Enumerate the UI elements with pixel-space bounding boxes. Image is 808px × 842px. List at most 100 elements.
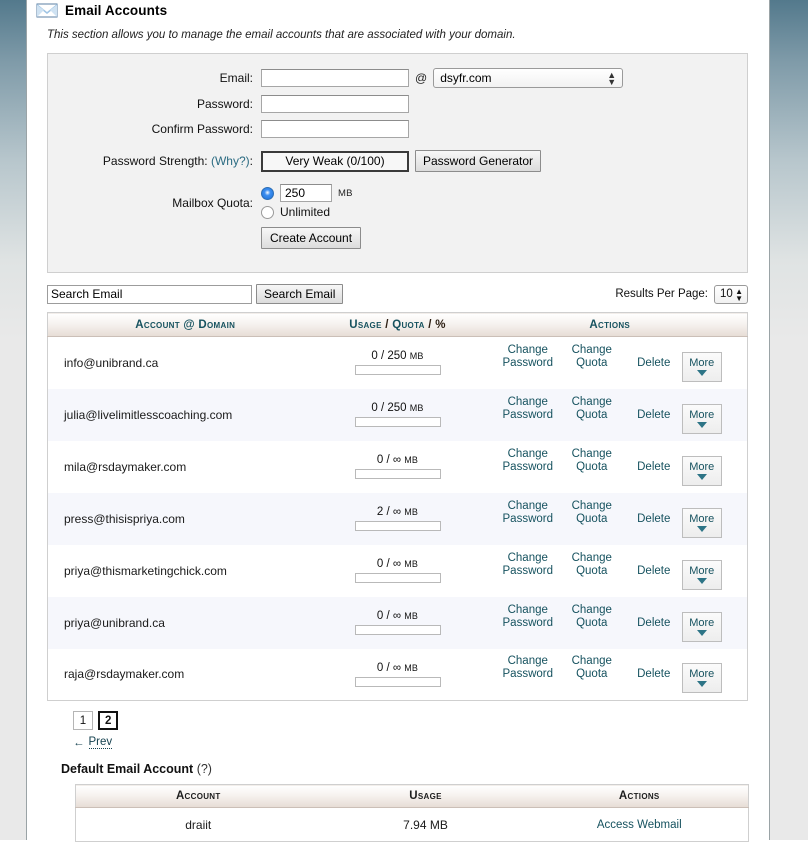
change-password-link[interactable]: Change Password [498, 655, 558, 681]
password-strength-row: Password Strength: (Why?): Very Weak (0/… [48, 150, 747, 172]
change-password-link[interactable]: Change Password [498, 604, 558, 630]
change-quota-link[interactable]: Change Quota [558, 344, 626, 370]
quota-unlimited-radio[interactable] [261, 205, 274, 219]
quota-unit-label: MB [338, 187, 353, 199]
strength-colon: : [249, 154, 253, 168]
triangle-down-icon [696, 577, 707, 584]
delete-link[interactable]: Delete [626, 409, 682, 422]
page-root: Email Accounts This section allows you t… [0, 0, 808, 842]
change-quota-link[interactable]: Change Quota [558, 500, 626, 526]
usage-cell: 0 / ∞ MB [323, 441, 473, 493]
quota-fixed-option[interactable]: MB [261, 184, 361, 202]
table-row: priya@thismarketingchick.com 0 / ∞ MB Chan… [47, 544, 748, 597]
pagination: 12 [73, 711, 769, 730]
results-per-page-value: 10 [720, 288, 733, 300]
quota-unlimited-label: Unlimited [280, 205, 331, 219]
delete-link[interactable]: Delete [626, 565, 682, 578]
at-symbol: @ [415, 71, 428, 85]
quota-unlimited-option[interactable]: Unlimited [261, 205, 361, 219]
more-button[interactable]: More [681, 611, 722, 642]
table-row: press@thisispriya.com 2 / ∞ MB Change Passw… [47, 492, 748, 545]
change-password-link[interactable]: Change Password [498, 396, 558, 422]
delete-link[interactable]: Delete [626, 617, 682, 630]
quota-options: MB Unlimited Create Account [261, 184, 362, 249]
mailbox-quota-label: Mailbox Quota: [172, 196, 253, 210]
actions-cell: Change PasswordChange Quota Delete More [473, 441, 748, 493]
change-quota-link[interactable]: Change Quota [558, 448, 626, 474]
account-email: julia@livelimitlesscoaching.com [64, 407, 233, 422]
actions-cell: Change PasswordChange Quota Delete More [473, 493, 748, 545]
search-input[interactable] [47, 284, 252, 304]
more-button-label: More [689, 616, 715, 629]
chevron-updown-icon: ▲ ▼ [607, 70, 617, 87]
confirm-password-input[interactable] [261, 120, 409, 138]
more-button[interactable]: More [681, 559, 722, 590]
default-account-action: Access Webmail [531, 808, 749, 842]
table-row: raja@rsdaymaker.com 0 / ∞ MB Change Passwor… [47, 648, 748, 701]
more-button[interactable]: More [681, 507, 722, 538]
password-label: Password: [196, 97, 253, 111]
col-usage-quota-pct[interactable]: Usage / Quota / % [322, 312, 473, 337]
create-account-button[interactable]: Create Account [261, 227, 362, 249]
col-default-usage: Usage [320, 784, 531, 808]
default-account-title: Default Email Account (?) [61, 762, 769, 776]
table-header-row: Account @ Domain Usage / Quota / % Actio… [47, 312, 748, 337]
change-quota-link[interactable]: Change Quota [558, 655, 626, 681]
more-button[interactable]: More [681, 455, 722, 486]
more-button[interactable]: More [681, 403, 722, 434]
more-button-label: More [689, 460, 715, 473]
default-account-name: draiit [185, 817, 212, 832]
quota-fixed-radio[interactable] [261, 186, 274, 200]
more-button[interactable]: More [681, 351, 722, 382]
access-webmail-link[interactable]: Access Webmail [597, 819, 682, 832]
confirm-password-row: Confirm Password: [48, 120, 747, 138]
usage-text: 0 / ∞ MB [376, 661, 419, 674]
change-quota-link[interactable]: Change Quota [558, 552, 626, 578]
usage-text: 0 / ∞ MB [376, 558, 419, 570]
table-row: julia@livelimitlesscoaching.com 0 / 250 M… [47, 388, 748, 441]
delete-link[interactable]: Delete [626, 461, 682, 474]
usage-text: 0 / 250 MB [371, 350, 424, 363]
table-row: info@unibrand.ca 0 / 250 MB Change Password… [47, 336, 748, 389]
help-icon[interactable]: (?) [197, 762, 212, 776]
account-email: priya@unibrand.ca [64, 615, 165, 630]
password-input[interactable] [261, 95, 409, 113]
page-description: This section allows you to manage the em… [47, 29, 516, 41]
password-row: Password: [48, 95, 747, 113]
delete-link[interactable]: Delete [626, 357, 682, 370]
domain-select[interactable]: dsyfr.com ▲ ▼ [433, 68, 624, 88]
delete-link[interactable]: Delete [626, 513, 682, 526]
quota-amount-input[interactable] [280, 184, 332, 202]
prev-page-link[interactable]: ← Prev [73, 736, 769, 749]
prev-page-label: Prev [88, 736, 113, 749]
main-content: Email Accounts This section allows you t… [27, 0, 769, 842]
email-accounts-table: Account @ Domain Usage / Quota / % Actio… [47, 312, 748, 701]
delete-link[interactable]: Delete [626, 668, 682, 681]
page-gutter-right [770, 0, 808, 840]
email-input[interactable] [261, 69, 409, 87]
change-password-link[interactable]: Change Password [498, 500, 558, 526]
change-password-link[interactable]: Change Password [498, 448, 558, 474]
change-password-link[interactable]: Change Password [498, 344, 558, 370]
change-quota-link[interactable]: Change Quota [558, 396, 626, 422]
password-generator-button[interactable]: Password Generator [415, 150, 542, 172]
arrow-left-icon: ← [73, 736, 85, 749]
actions-cell: Change PasswordChange Quota Delete More [473, 649, 748, 701]
actions-cell: Change PasswordChange Quota Delete More [473, 337, 748, 389]
triangle-down-icon [696, 421, 707, 428]
more-button[interactable]: More [681, 663, 722, 694]
triangle-down-icon [696, 473, 707, 480]
page-button-2[interactable]: 2 [98, 711, 119, 730]
default-table-header-row: Account Usage Actions [75, 784, 749, 808]
change-password-link[interactable]: Change Password [498, 552, 558, 578]
triangle-down-icon [696, 629, 707, 636]
col-account-domain[interactable]: Account @ Domain [47, 312, 323, 337]
why-link[interactable]: (Why?) [211, 154, 250, 168]
col-usage: Usage [349, 318, 382, 331]
search-button[interactable]: Search Email [256, 284, 344, 304]
results-per-page-select[interactable]: 10 ▲ ▼ [714, 284, 748, 304]
change-quota-link[interactable]: Change Quota [558, 604, 626, 630]
col-default-actions: Actions [530, 784, 749, 808]
page-button-1[interactable]: 1 [73, 711, 93, 730]
actions-cell: Change PasswordChange Quota Delete More [473, 389, 748, 441]
